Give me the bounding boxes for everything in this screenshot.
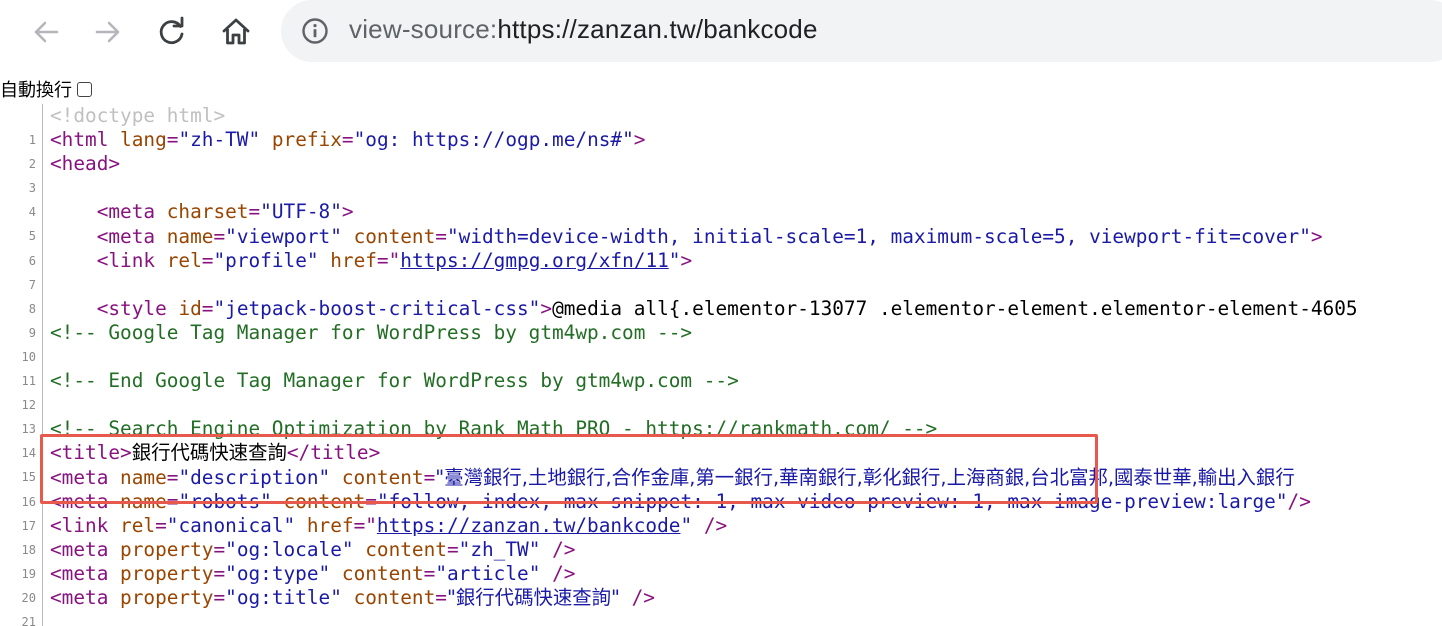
line-number: 21 — [21, 615, 36, 626]
source-line: 4 — [0, 176, 1442, 219]
source-line: 5 <meta charset="UTF-8"> — [0, 200, 1442, 243]
source-line: 2 <html lang="zh-TW" prefix="og: https:/… — [0, 128, 1442, 171]
line-code: <!-- Google Tag Manager for WordPress by… — [50, 320, 693, 344]
line-wrap-toggle[interactable]: 自動換行 — [0, 76, 92, 102]
home-icon — [222, 18, 250, 45]
line-code: <style id="jetpack-boost-critical-css">@… — [96, 296, 1358, 320]
source-line: 20 <meta property="og:type" content="art… — [0, 561, 1442, 605]
address-bar[interactable]: view-source:https://zanzan.tw/bankcode — [281, 0, 1442, 62]
line-code: <head> — [50, 152, 121, 176]
source-line: 13 — [0, 393, 1442, 436]
source-line: 12 <!-- End Google Tag Manager for WordP… — [0, 369, 1442, 412]
line-code: <html lang="zh-TW" prefix="og: https://o… — [50, 128, 646, 152]
source-view: 1 <!doctype html> 2 <html lang="zh-TW" p… — [0, 104, 1442, 626]
source-line: 19 <meta property="og:locale" content="z… — [0, 537, 1442, 581]
line-code: <meta name="viewport" content="width=dev… — [96, 224, 1323, 248]
highlight-box — [40, 434, 1098, 504]
line-code: <!-- End Google Tag Manager for WordPres… — [50, 369, 739, 393]
url-scheme: view-source: — [349, 14, 498, 44]
line-code: <meta property="og:locale" content="zh_T… — [50, 537, 576, 561]
line-code: <meta charset="UTF-8"> — [96, 200, 354, 224]
arrow-left-icon — [34, 21, 59, 43]
home-button[interactable] — [214, 10, 258, 54]
source-line: 9 <style id="jetpack-boost-critical-css"… — [0, 296, 1442, 340]
source-line: 18 <link rel="canonical" href="https://z… — [0, 513, 1442, 557]
url-text[interactable]: view-source:https://zanzan.tw/bankcode — [349, 14, 818, 45]
source-line: 10 <!-- Google Tag Manager for WordPress… — [0, 320, 1442, 364]
source-line: 21 <meta property="og:title" content="銀行… — [0, 586, 1442, 626]
line-code: <link rel="canonical" href="https://zanz… — [50, 513, 728, 537]
url-address: https://zanzan.tw/bankcode — [497, 14, 818, 44]
line-wrap-checkbox[interactable] — [77, 81, 92, 97]
source-line: 6 <meta name="viewport" content="width=d… — [0, 224, 1442, 268]
profile-link[interactable]: https://gmpg.org/xfn/11 — [400, 249, 669, 272]
forward-button[interactable] — [86, 10, 130, 54]
canonical-link[interactable]: https://zanzan.tw/bankcode — [377, 514, 681, 537]
info-icon[interactable] — [301, 17, 329, 45]
reload-button[interactable] — [150, 10, 194, 54]
line-code: <meta property="og:title" content="銀行代碼快… — [50, 586, 655, 609]
line-code: <link rel="profile" href="https://gmpg.o… — [96, 248, 693, 272]
back-button[interactable] — [24, 10, 68, 54]
arrow-right-icon — [95, 21, 120, 43]
browser-toolbar: view-source:https://zanzan.tw/bankcode — [0, 0, 1442, 68]
reload-icon — [159, 16, 184, 44]
source-line: 1 <!doctype html> — [0, 104, 1442, 147]
source-line: 8 — [0, 273, 1442, 316]
line-code: <meta property="og:type" content="articl… — [50, 561, 576, 585]
source-line: 3 <head> — [0, 152, 1442, 195]
line-wrap-label: 自動換行 — [0, 80, 72, 101]
source-line: 11 — [0, 345, 1442, 388]
source-line: 7 <link rel="profile" href="https://gmpg… — [0, 248, 1442, 292]
line-code: <!doctype html> — [50, 104, 226, 127]
